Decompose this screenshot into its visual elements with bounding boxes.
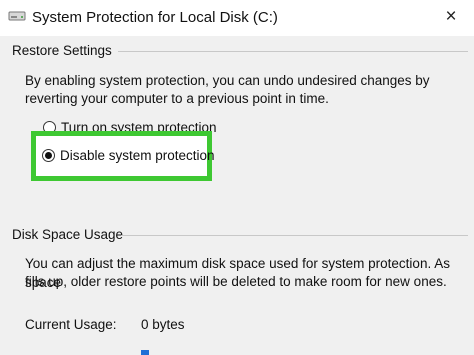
disable-protection-option[interactable]: Disable system protection [42, 148, 215, 163]
current-usage-label: Current Usage: [25, 317, 117, 332]
disable-label: Disable system protection [60, 148, 215, 163]
current-usage-value: 0 bytes [141, 317, 185, 332]
restore-description-line-1: By enabling system protection, you can u… [25, 73, 430, 88]
restore-settings-header: Restore Settings [12, 43, 112, 58]
close-button[interactable]: × [432, 2, 470, 32]
disk-space-divider [121, 235, 468, 236]
disk-space-usage-header: Disk Space Usage [12, 227, 124, 242]
drive-icon [8, 11, 26, 21]
title-bar: System Protection for Local Disk (C:) × [0, 0, 474, 36]
window-title: System Protection for Local Disk (C:) [32, 9, 278, 26]
disable-radio[interactable] [42, 149, 55, 162]
disk-description-line-2: fills up, older restore points will be d… [25, 274, 447, 289]
max-usage-slider-thumb[interactable] [141, 350, 149, 355]
restore-description-line-2: reverting your computer to a previous po… [25, 91, 329, 106]
restore-settings-divider [118, 51, 468, 52]
